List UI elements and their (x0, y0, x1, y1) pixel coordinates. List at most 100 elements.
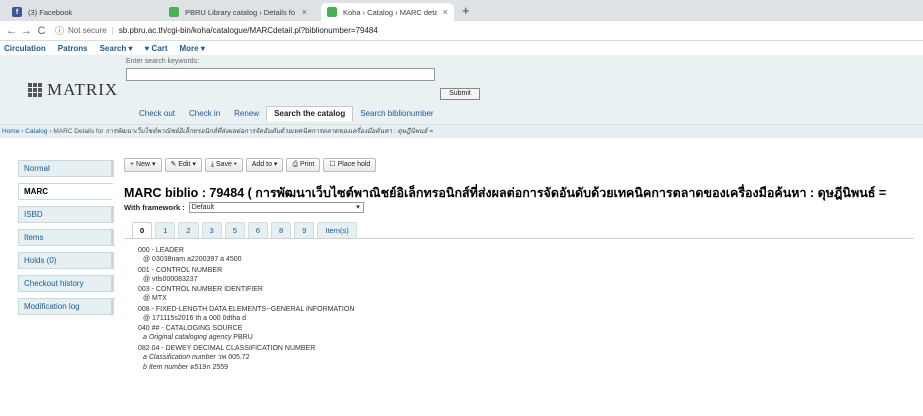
sidebar-item[interactable]: Normal (18, 160, 114, 177)
koha-nav-item[interactable]: Search ▾ (100, 44, 133, 53)
page-title: MARC biblio : 79484 ( การพัฒนาเว็บไซต์พา… (124, 186, 887, 200)
search-input[interactable] (126, 68, 435, 81)
toolbar-button[interactable]: ⎙ Print (286, 158, 321, 172)
marc-subfield-value: PBRU (233, 334, 253, 341)
marc-subfield: b Item number ด519ก 2559 (138, 363, 838, 372)
marc-subfield: @ 171115s2016 th a 000 0dtha d (138, 314, 838, 323)
toolbar-button[interactable]: ✎ Edit ▾ (164, 158, 202, 172)
koha-nav-item[interactable]: Circulation (4, 44, 46, 53)
marc-subfield: a Original cataloging agency PBRU (138, 333, 838, 342)
search-tab[interactable]: Check out (132, 107, 182, 121)
marc-tab[interactable]: 8 (271, 222, 292, 238)
marc-subfield-value: @ 03038nam a2200397 a 4500 (143, 256, 242, 263)
sidebar-item[interactable]: Checkout history (18, 275, 114, 292)
marc-tab[interactable]: 1 (155, 222, 176, 238)
breadcrumb-home[interactable]: Home (2, 128, 19, 135)
framework-row: With framework : Default ▾ (124, 202, 364, 213)
browser-tab-title: Koha › Catalog › MARC details fo (343, 7, 437, 17)
toolbar-button[interactable]: ⤓ Save ▾ (204, 158, 243, 172)
marc-subfield: a Classification number วพ 005.72 (138, 353, 838, 362)
toolbar-button[interactable]: + New ▾ (124, 158, 162, 172)
marc-field-tag: 082 04 - DEWEY DECIMAL CLASSIFICATION NU… (138, 344, 316, 352)
marc-subfield-code: a Classification number (143, 353, 216, 361)
marc-tab[interactable]: 9 (294, 222, 315, 238)
logo-text: MATRIX (47, 80, 119, 99)
forward-icon[interactable]: → (19, 25, 34, 37)
koha-top-nav: Circulation Patrons Search ▾ ♥ Cart More ▾ (0, 41, 923, 55)
marc-subfield-value: @ MTX (143, 295, 167, 302)
marc-tabs: 0 1 2 3 5 6 8 9 Item(s) (124, 221, 914, 239)
breadcrumb-current-prefix: MARC Details for (53, 128, 104, 135)
koha-nav-item[interactable]: More ▾ (179, 44, 204, 53)
search-tab[interactable]: Renew (227, 107, 266, 121)
toolbar: + New ▾ ✎ Edit ▾ ⤓ Save ▾ Add to ▾ ⎙ Print ☐ … (124, 158, 377, 172)
sidebar-item[interactable]: MARC (18, 183, 114, 200)
close-icon[interactable]: × (302, 7, 307, 17)
logo[interactable]: MATRIX (28, 80, 118, 100)
url-separator: | (111, 26, 114, 35)
marc-tab[interactable]: 3 (201, 222, 222, 238)
sidebar-item[interactable]: Holds (0) (18, 252, 114, 269)
breadcrumb-catalog[interactable]: Catalog (25, 128, 47, 135)
marc-field-tag: 040 ## - CATALOGING SOURCE (138, 325, 243, 332)
sidebar-item[interactable]: ISBD (18, 206, 114, 223)
framework-value: Default (191, 204, 214, 211)
marc-subfield: @ vtls000083237 (138, 275, 838, 284)
chevron-down-icon: ▾ (356, 204, 360, 211)
url-bar[interactable]: ⓘ Not secure | sb.pbru.ac.th/cgi-bin/koh… (55, 24, 378, 37)
sidebar-item[interactable]: Modification log (18, 298, 114, 315)
marc-tab[interactable]: 0 (132, 222, 153, 238)
search-tab[interactable]: Check in (182, 107, 227, 121)
marc-tab[interactable]: 6 (247, 222, 269, 238)
header: MATRIX Enter search keywords: Submit Che… (0, 55, 923, 125)
sidebar-item[interactable]: Items (18, 229, 114, 246)
browser-tab-title: PBRU Library catalog › Details fo (185, 7, 296, 17)
marc-subfield-value: @ 171115s2016 th a 000 0dtha d (143, 314, 246, 322)
search-tabs: Check out Check in Renew Search the catalog… (132, 105, 441, 121)
marc-subfield-value: ด519ก 2559 (190, 364, 229, 371)
browser-tab[interactable]: Koha › Catalog › MARC details fo × (321, 3, 454, 21)
logo-grid-icon (28, 83, 42, 97)
marc-subfield-code: b Item number (143, 364, 189, 371)
search-tab[interactable]: Search biblionumber (353, 107, 440, 121)
marc-subfield-code: a Original cataloging agency (143, 334, 232, 341)
sidebar: Normal MARC ISBD Items Holds (0) Checkout his… (18, 160, 114, 321)
browser-tab[interactable]: PBRU Library catalog › Details fo × (163, 3, 313, 21)
url-text[interactable]: sb.pbru.ac.th/cgi-bin/koha/catalogue/MAR… (119, 26, 378, 35)
marc-subfield: @ 03038nam a2200397 a 4500 (138, 255, 838, 264)
marc-field-tag: 003 - CONTROL NUMBER IDENTIFIER (138, 286, 263, 293)
breadcrumb: Home › Catalog › MARC Details for การพัฒ… (0, 125, 923, 138)
marc-subfield-value: @ vtls000083237 (143, 275, 198, 283)
toolbar-button[interactable]: ☐ Place hold (323, 158, 377, 172)
marc-subfield-value: วพ 005.72 (217, 353, 250, 361)
search-tab[interactable]: Search the catalog (266, 106, 354, 121)
marc-field-tag: 000 - LEADER (138, 247, 184, 254)
submit-button[interactable]: Submit (440, 88, 480, 100)
facebook-icon: f (12, 7, 22, 17)
info-icon[interactable]: ⓘ (55, 24, 64, 37)
security-label: Not secure (68, 26, 107, 35)
framework-label: With framework : (124, 203, 185, 212)
breadcrumb-current-title: การพัฒนาเว็บไซต์พาณิชย์อิเล็กทรอนิกส์ที่… (105, 128, 434, 135)
marc-tab[interactable]: 5 (224, 222, 245, 238)
koha-icon (327, 7, 337, 17)
toolbar-button[interactable]: Add to ▾ (245, 158, 284, 172)
koha-icon (169, 7, 179, 17)
new-tab-button[interactable]: + (462, 3, 470, 19)
marc-field-tag: 008 - FIXED-LENGTH DATA ELEMENTS--GENERA… (138, 305, 355, 313)
back-icon[interactable]: ← (4, 25, 19, 37)
koha-nav-item[interactable]: Patrons (58, 44, 88, 53)
koha-nav-item[interactable]: ♥ Cart (145, 44, 168, 53)
address-bar-row: ← → C ⓘ Not secure | sb.pbru.ac.th/cgi-b… (0, 21, 923, 41)
framework-select[interactable]: Default ▾ (188, 202, 364, 213)
marc-tab[interactable]: 2 (178, 222, 199, 238)
close-icon[interactable]: × (443, 7, 448, 17)
marc-fields: 000 - LEADER @ 03038nam a2200397 a 4500 00… (138, 246, 838, 374)
reload-icon[interactable]: C (34, 25, 49, 37)
browser-tab-title: (3) Facebook (28, 7, 73, 17)
marc-subfield: @ MTX (138, 294, 838, 303)
marc-field-tag: 001 - CONTROL NUMBER (138, 266, 223, 274)
browser-tab[interactable]: f (3) Facebook (6, 3, 156, 21)
search-label: Enter search keywords: (126, 58, 200, 65)
marc-tab[interactable]: Item(s) (317, 222, 357, 238)
